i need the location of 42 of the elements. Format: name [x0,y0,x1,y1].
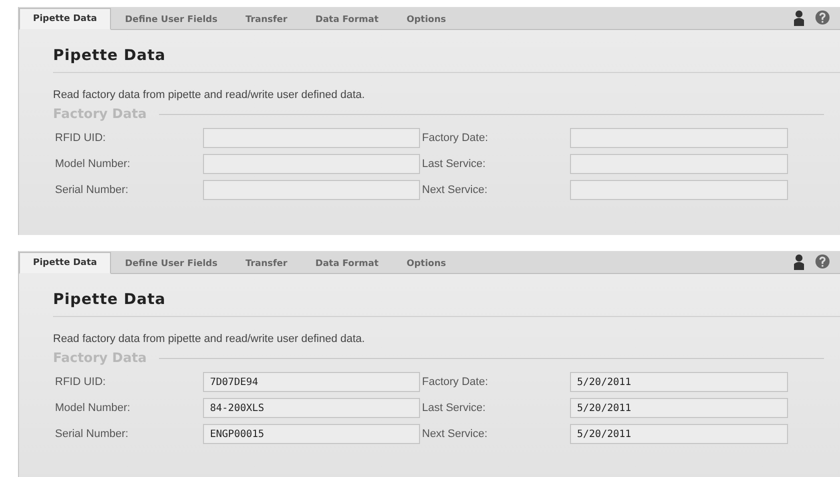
input-field[interactable]: 5/20/2011 [570,398,788,418]
input-field[interactable] [570,180,788,200]
tab[interactable]: Options [392,10,460,30]
input-field[interactable] [570,128,788,148]
tab[interactable]: Transfer [231,254,302,274]
input-field[interactable] [203,180,420,200]
input-field[interactable]: 84-200XLS [203,398,420,418]
field-label: Model Number: [54,158,132,170]
field-label: Last Service: [421,402,487,414]
input-field[interactable]: 7D07DE94 [203,372,420,392]
description-text: Read factory data from pipette and read/write user defined data. [53,89,366,101]
tab[interactable]: Transfer [231,10,302,30]
field-label: Model Number: [54,402,132,414]
page-title: Pipette Data [53,46,840,73]
help-icon[interactable] [815,10,830,25]
help-icon[interactable] [815,254,830,269]
field-label: RFID UID: [54,376,107,388]
field-label: Next Service: [421,428,488,440]
person-icon[interactable] [793,10,805,26]
field-label: Next Service: [421,184,488,196]
tab[interactable]: Data Format [301,10,393,30]
tab[interactable]: Pipette Data [19,8,111,30]
person-icon[interactable] [793,254,805,270]
field-label: Serial Number: [54,428,130,440]
input-field[interactable] [203,128,420,148]
tab[interactable]: Pipette Data [19,252,111,274]
input-field[interactable]: 5/20/2011 [570,372,788,392]
input-field[interactable]: 5/20/2011 [570,424,788,444]
page-title: Pipette Data [53,290,840,317]
input-field[interactable] [570,154,788,174]
tab[interactable]: Define User Fields [111,10,232,30]
input-field[interactable]: ENGP00015 [203,424,420,444]
field-label: Factory Date: [421,132,490,144]
description-text: Read factory data from pipette and read/write user defined data. [53,333,366,345]
field-label: Last Service: [421,158,487,170]
field-label: RFID UID: [54,132,107,144]
tab[interactable]: Options [392,254,460,274]
field-label: Serial Number: [54,184,130,196]
field-label: Factory Date: [421,376,490,388]
input-field[interactable] [203,154,420,174]
tab[interactable]: Data Format [301,254,393,274]
tab[interactable]: Define User Fields [111,254,232,274]
